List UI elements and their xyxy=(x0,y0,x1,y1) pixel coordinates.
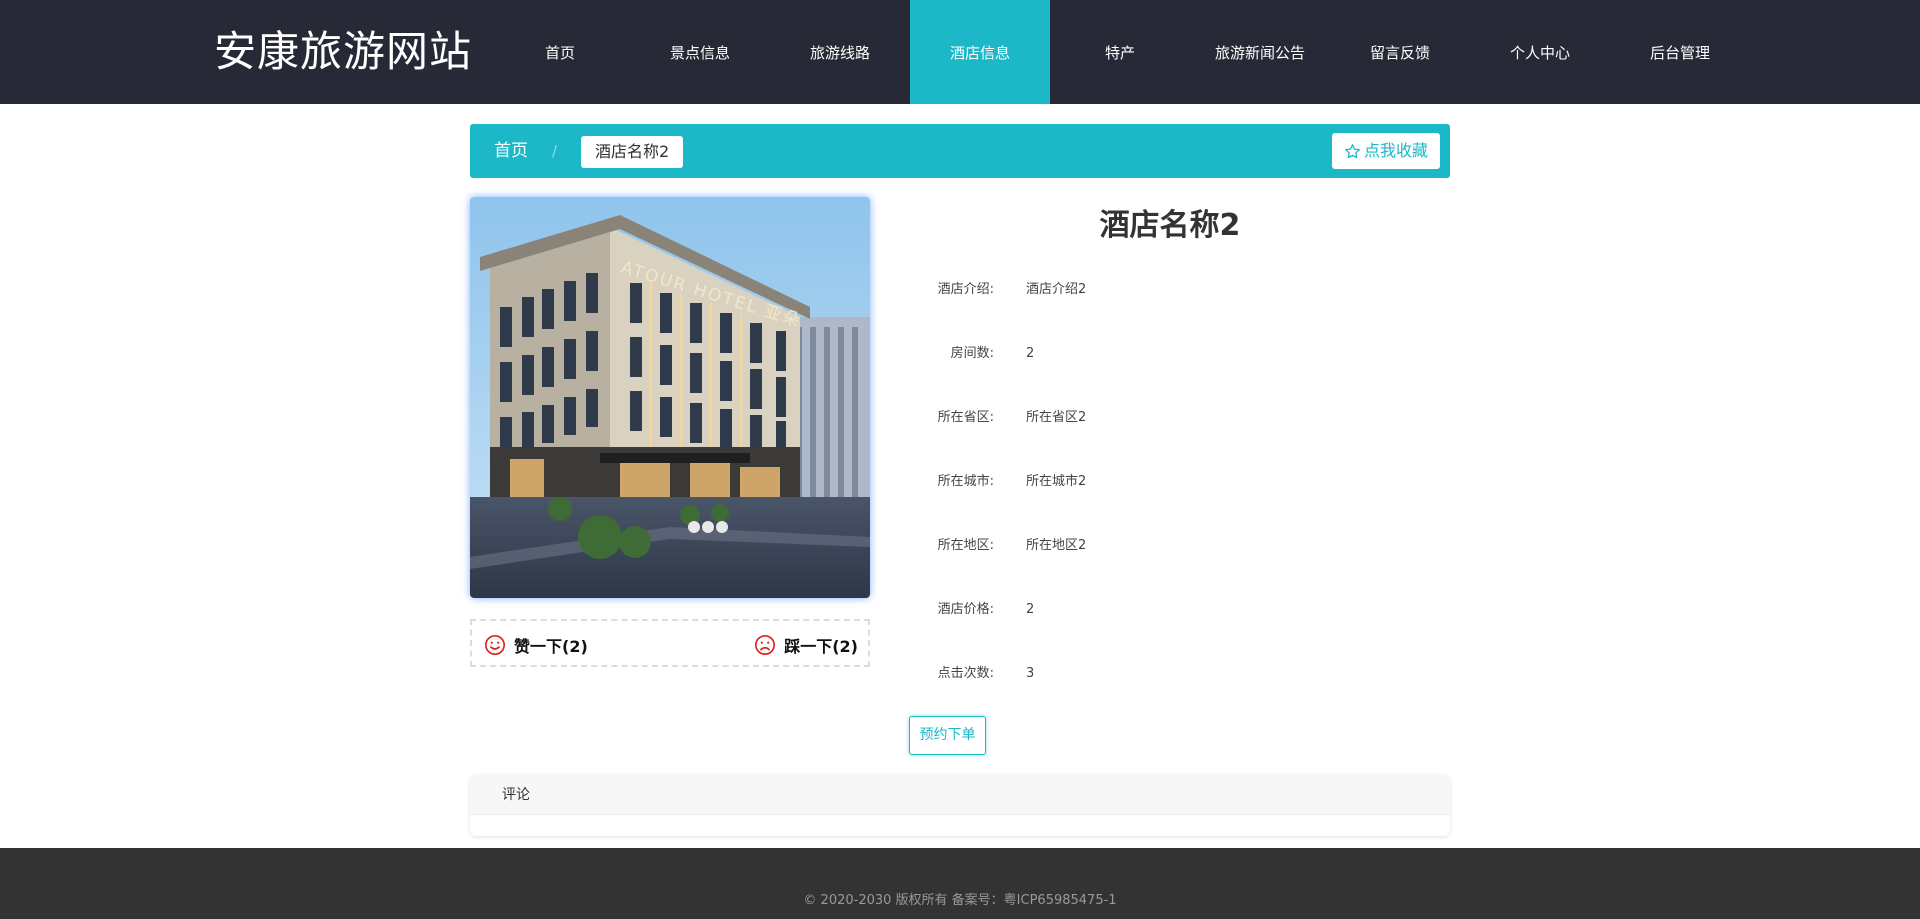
field-label: 所在城市: xyxy=(937,474,994,489)
nav-item-attractions[interactable]: 景点信息 xyxy=(630,0,770,104)
nav-item-home[interactable]: 首页 xyxy=(490,0,630,104)
field-value: 所在城市2 xyxy=(1026,474,1087,489)
field-clicks: 点击次数: 3 xyxy=(900,662,1440,686)
nav-item-news[interactable]: 旅游新闻公告 xyxy=(1190,0,1330,104)
field-province: 所在省区: 所在省区2 xyxy=(900,406,1440,430)
nav-item-specialties[interactable]: 特产 xyxy=(1050,0,1190,104)
order-button[interactable]: 预约下单 xyxy=(909,716,986,755)
field-price: 酒店价格: 2 xyxy=(900,598,1440,622)
site-footer: © 2020-2030 版权所有 备案号：粤ICP65985475-1 xyxy=(0,848,1920,919)
field-value: 所在省区2 xyxy=(1026,410,1087,425)
vote-bar: 赞一下(2) 踩一下(2) xyxy=(470,619,870,667)
field-value: 2 xyxy=(1026,346,1035,361)
field-label: 所在省区: xyxy=(937,410,994,425)
breadcrumb-separator: / xyxy=(552,142,558,160)
nav-item-feedback[interactable]: 留言反馈 xyxy=(1330,0,1470,104)
field-label: 所在地区: xyxy=(937,538,994,553)
field-value: 酒店介绍2 xyxy=(1026,282,1087,297)
field-city: 所在城市: 所在城市2 xyxy=(900,470,1440,494)
field-value: 2 xyxy=(1026,602,1035,617)
star-icon xyxy=(1345,143,1360,158)
field-label: 点击次数: xyxy=(937,666,994,681)
site-header: 安康旅游网站 首页 景点信息 旅游线路 酒店信息 特产 旅游新闻公告 留言反馈 … xyxy=(0,0,1920,104)
hotel-title: 酒店名称2 xyxy=(1099,208,1241,243)
main-nav: 首页 景点信息 旅游线路 酒店信息 特产 旅游新闻公告 留言反馈 个人中心 后台… xyxy=(490,0,1750,104)
footer-copyright: © 2020-2030 版权所有 备案号：粤ICP65985475-1 xyxy=(803,893,1117,908)
field-rooms: 房间数: 2 xyxy=(900,342,1440,366)
smile-icon xyxy=(485,635,505,655)
field-intro: 酒店介绍: 酒店介绍2 xyxy=(900,278,1440,302)
frown-icon xyxy=(755,635,776,655)
dislike-label: 踩一下(2) xyxy=(784,637,858,656)
favorite-button[interactable]: 点我收藏 xyxy=(1331,133,1440,169)
hotel-image: ATOUR HOTEL 亚朵 xyxy=(470,197,870,598)
nav-item-user-center[interactable]: 个人中心 xyxy=(1470,0,1610,104)
like-button[interactable]: 赞一下(2) xyxy=(484,633,588,657)
field-district: 所在地区: 所在地区2 xyxy=(900,534,1440,558)
field-label: 酒店介绍: xyxy=(937,282,994,297)
field-value: 3 xyxy=(1026,666,1035,681)
nav-item-hotels[interactable]: 酒店信息 xyxy=(910,0,1050,104)
field-label: 酒店价格: xyxy=(937,602,994,617)
favorite-label: 点我收藏 xyxy=(1363,141,1428,160)
comment-title: 评论 xyxy=(470,775,1450,815)
field-value: 所在地区2 xyxy=(1026,538,1087,553)
dislike-button[interactable]: 踩一下(2) xyxy=(754,633,858,657)
nav-item-admin[interactable]: 后台管理 xyxy=(1610,0,1750,104)
site-logo[interactable]: 安康旅游网站 xyxy=(214,24,472,80)
field-label: 房间数: xyxy=(950,346,994,361)
breadcrumb-current: 酒店名称2 xyxy=(581,136,684,168)
nav-item-routes[interactable]: 旅游线路 xyxy=(770,0,910,104)
comment-panel: 评论 xyxy=(470,775,1450,836)
like-label: 赞一下(2) xyxy=(514,637,588,656)
breadcrumb-home-link[interactable]: 首页 xyxy=(494,140,528,162)
breadcrumb: 首页 / 酒店名称2 点我收藏 xyxy=(470,124,1450,178)
